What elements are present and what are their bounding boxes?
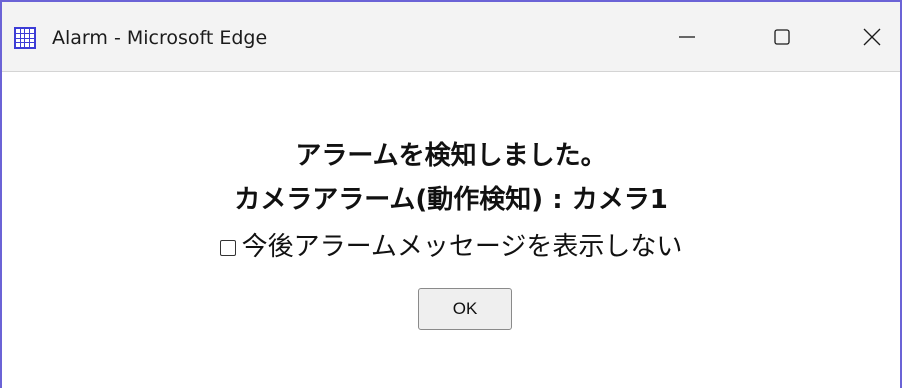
grid-app-icon — [14, 27, 36, 49]
maximize-icon — [774, 29, 790, 45]
window-title: Alarm - Microsoft Edge — [52, 27, 268, 49]
close-icon — [863, 28, 881, 46]
ok-button[interactable]: OK — [418, 288, 512, 330]
alarm-dialog-content: アラームを検知しました。 カメラアラーム(動作検知) : カメラ1 今後アラーム… — [2, 72, 900, 390]
suppress-alarm-checkbox-row[interactable]: 今後アラームメッセージを表示しない — [2, 230, 900, 264]
suppress-alarm-checkbox-label[interactable]: 今後アラームメッセージを表示しない — [242, 232, 683, 262]
minimize-button[interactable] — [642, 2, 732, 72]
suppress-alarm-checkbox[interactable] — [219, 240, 236, 256]
close-button[interactable] — [827, 2, 902, 72]
maximize-button[interactable] — [737, 2, 827, 72]
browser-window: Alarm - Microsoft Edge アラームを検知しました。 カメラア… — [0, 0, 902, 390]
title-bar[interactable]: Alarm - Microsoft Edge — [2, 2, 900, 72]
alarm-message-line1: アラームを検知しました。 — [295, 141, 607, 171]
minimize-icon — [679, 36, 695, 38]
alarm-message-line2: カメラアラーム(動作検知) : カメラ1 — [234, 185, 668, 215]
